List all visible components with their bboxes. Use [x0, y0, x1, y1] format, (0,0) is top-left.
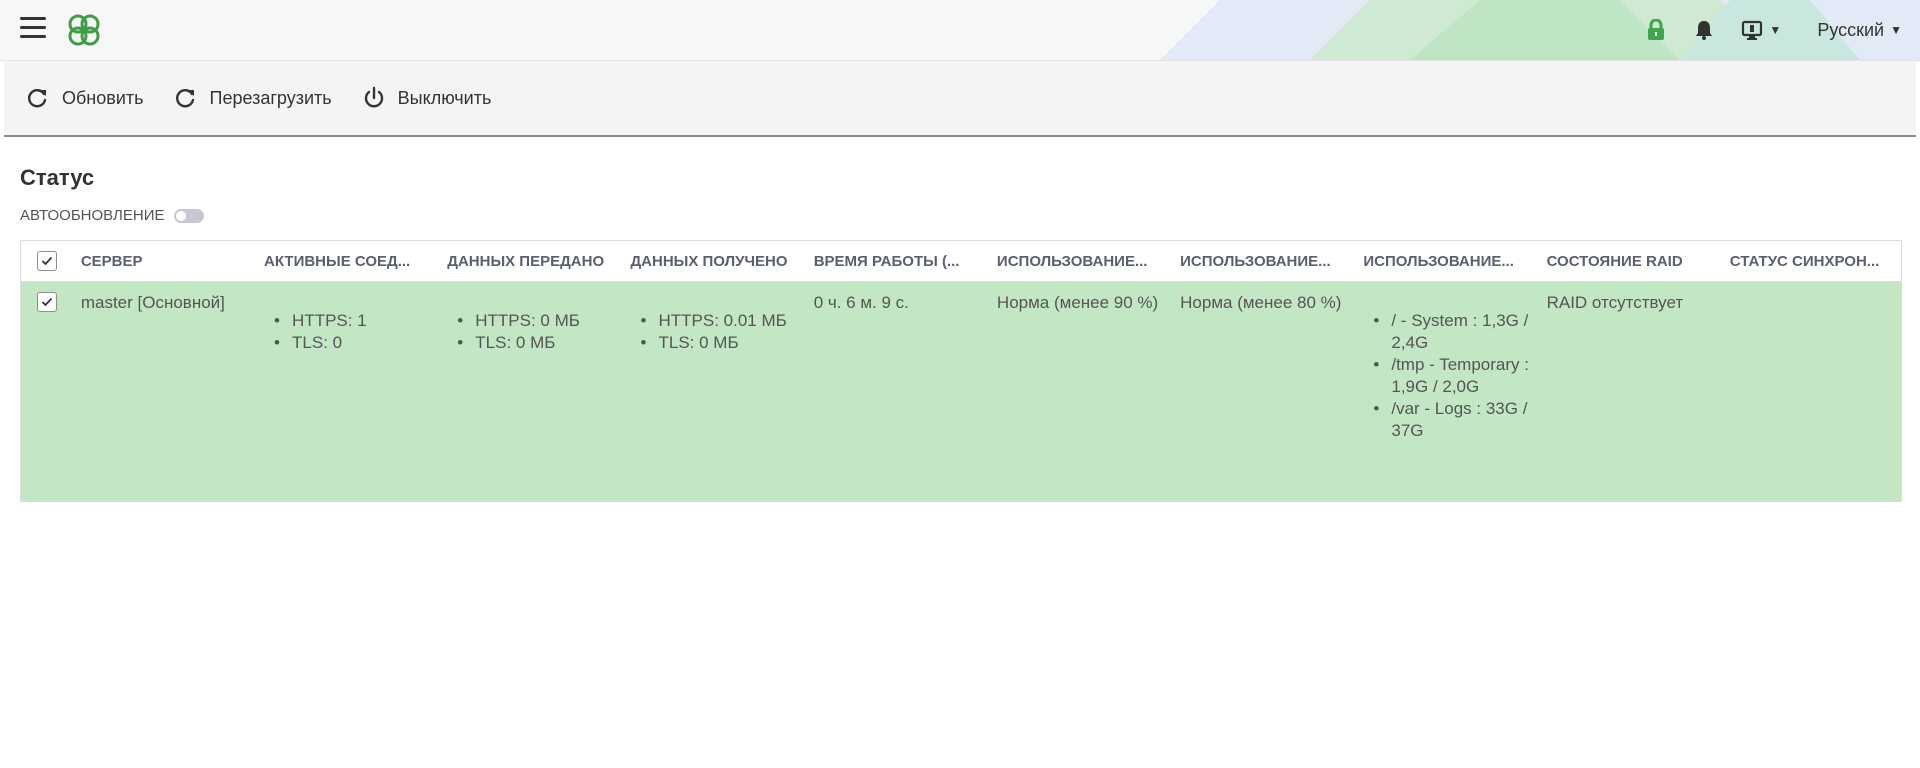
active-connections-cell: HTTPS: 1 TLS: 0: [256, 292, 439, 354]
data-sent-cell: HTTPS: 0 МБ TLS: 0 МБ: [439, 292, 622, 354]
table-header: СЕРВЕР АКТИВНЫЕ СОЕД... ДАННЫХ ПЕРЕДАНО …: [21, 241, 1901, 282]
column-header[interactable]: СЕРВЕР: [73, 253, 256, 270]
main-content: Статус АВТООБНОВЛЕНИЕ СЕРВЕР АКТИВНЫЕ СО…: [0, 137, 1920, 502]
usage-2-cell: Норма (менее 80 %): [1180, 293, 1342, 312]
column-header[interactable]: ДАННЫХ ПОЛУЧЕНО: [622, 253, 805, 270]
column-header[interactable]: АКТИВНЫЕ СОЕД...: [256, 253, 439, 270]
list-item: HTTPS: 0.01 МБ: [636, 310, 797, 332]
top-header: ▼ Русский ▼: [0, 0, 1920, 61]
column-header[interactable]: ДАННЫХ ПЕРЕДАНО: [439, 253, 622, 270]
lock-icon[interactable]: [1643, 17, 1669, 43]
refresh-icon: [28, 89, 47, 108]
column-header[interactable]: СТАТУС СИНХРОН...: [1722, 253, 1901, 270]
list-item: / - System : 1,3G / 2,4G: [1369, 310, 1530, 354]
chevron-down-icon: ▼: [1769, 23, 1782, 37]
menu-icon[interactable]: [20, 17, 46, 39]
column-header[interactable]: ВРЕМЯ РАБОТЫ (...: [806, 253, 989, 270]
refresh-button[interactable]: Обновить: [26, 86, 144, 110]
column-header[interactable]: ИСПОЛЬЗОВАНИЕ...: [1355, 253, 1538, 270]
reboot-label: Перезагрузить: [209, 87, 332, 108]
servers-table: СЕРВЕР АКТИВНЫЕ СОЕД... ДАННЫХ ПЕРЕДАНО …: [20, 240, 1902, 502]
autorefresh-toggle[interactable]: [174, 208, 205, 223]
list-item: /var - Logs : 33G / 37G: [1369, 398, 1530, 442]
list-item: /tmp - Temporary : 1,9G / 2,0G: [1369, 354, 1530, 398]
chevron-down-icon: ▼: [1890, 23, 1902, 37]
language-label: Русский: [1817, 19, 1885, 40]
reboot-icon: [175, 89, 194, 108]
select-all-checkbox[interactable]: [36, 251, 57, 271]
column-header[interactable]: ИСПОЛЬЗОВАНИЕ...: [989, 253, 1172, 270]
autorefresh-label: АВТООБНОВЛЕНИЕ: [20, 207, 165, 224]
shutdown-button[interactable]: Выключить: [362, 86, 492, 110]
column-header[interactable]: СОСТОЯНИЕ RAID: [1539, 253, 1722, 270]
reboot-button[interactable]: Перезагрузить: [174, 86, 332, 110]
table-row[interactable]: master [Основной] HTTPS: 1 TLS: 0 HTTPS:…: [21, 282, 1901, 501]
language-selector[interactable]: Русский ▼: [1817, 20, 1902, 41]
column-header[interactable]: ИСПОЛЬЗОВАНИЕ...: [1172, 253, 1355, 270]
row-select-cell: [21, 292, 73, 312]
list-item: HTTPS: 1: [270, 310, 431, 332]
toggle-knob: [176, 210, 187, 221]
data-received-cell: HTTPS: 0.01 МБ TLS: 0 МБ: [622, 292, 805, 354]
autorefresh-row: АВТООБНОВЛЕНИЕ: [20, 207, 1900, 224]
monitor-menu[interactable]: ▼: [1739, 17, 1781, 43]
action-toolbar: Обновить Перезагрузить Выключить: [4, 61, 1916, 137]
list-item: HTTPS: 0 МБ: [453, 310, 614, 332]
page-title: Статус: [20, 165, 95, 190]
check-icon: [41, 256, 53, 266]
disk-usage-cell: / - System : 1,3G / 2,4G /tmp - Temporar…: [1355, 292, 1538, 442]
list-item: TLS: 0 МБ: [453, 332, 614, 354]
power-icon: [364, 86, 383, 108]
usage-1-cell: Норма (менее 90 %): [996, 293, 1159, 312]
raid-status-cell: RAID отсутствует: [1546, 293, 1684, 312]
list-item: TLS: 0 МБ: [636, 332, 797, 354]
server-name: master [Основной]: [80, 293, 225, 312]
check-icon: [41, 297, 53, 307]
bell-icon[interactable]: [1691, 17, 1717, 43]
shutdown-label: Выключить: [397, 87, 492, 108]
refresh-label: Обновить: [62, 87, 144, 108]
header-select-cell: [21, 251, 73, 271]
list-item: TLS: 0: [270, 332, 431, 354]
monitor-icon[interactable]: [1739, 17, 1765, 43]
row-checkbox[interactable]: [36, 292, 57, 312]
logo-icon: [68, 14, 100, 46]
uptime-cell: 0 ч. 6 м. 9 с.: [813, 293, 909, 312]
